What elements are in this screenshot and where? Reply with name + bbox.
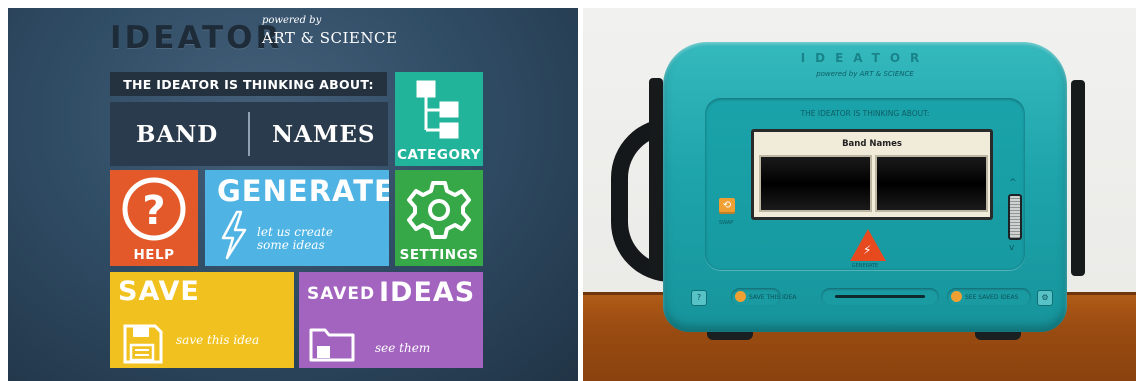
generate-tile[interactable]: GENERATE let us create some ideas	[205, 170, 389, 266]
settings-tile[interactable]: SETTINGS	[395, 170, 483, 266]
save-sub: save this idea	[176, 333, 260, 347]
thinking-label: THE IDEATOR IS THINKING ABOUT:	[123, 77, 374, 92]
generate-button-label: GENERATE	[851, 263, 879, 269]
help-tile[interactable]: ? HELP	[110, 170, 198, 266]
settings-button[interactable]: ⚙	[1037, 290, 1053, 306]
generate-sub-2: some ideas	[257, 238, 325, 252]
svg-text:?: ?	[142, 188, 165, 234]
company-name: ART & SCIENCE	[262, 29, 398, 47]
gear-icon	[407, 181, 471, 239]
swap-button[interactable]: ⟲	[719, 198, 735, 214]
skeuomorphic-ideator-screen: IDEATOR powered by ART & SCIENCE THE IDE…	[583, 8, 1136, 381]
question-icon: ?	[122, 177, 186, 241]
device-title: IDEATOR	[800, 51, 930, 65]
chevron-down-icon[interactable]: v	[1009, 243, 1014, 253]
saved-ideas-tile[interactable]: SAVED IDEAS see them	[299, 272, 483, 368]
generate-label: GENERATE	[217, 174, 389, 208]
category-label: CATEGORY	[397, 147, 481, 163]
see-saved-ideas-button[interactable]	[951, 291, 962, 302]
topic-word-1: BAND	[136, 121, 219, 148]
chevron-up-icon[interactable]: ^	[1009, 178, 1017, 188]
left-grip	[649, 78, 663, 278]
word-drum-right[interactable]	[875, 155, 988, 212]
device-screen-panel: THE IDEATOR IS THINKING ABOUT: Band Name…	[705, 98, 1025, 270]
folder-icon	[309, 328, 355, 362]
save-idea-button[interactable]	[735, 291, 746, 302]
swap-label: SWAP	[719, 220, 734, 226]
thinking-header: THE IDEATOR IS THINKING ABOUT:	[110, 72, 387, 96]
idea-slot-line	[835, 295, 925, 298]
settings-label: SETTINGS	[399, 247, 479, 263]
flat-ideator-screen: IDEATOR powered by ART & SCIENCE THE IDE…	[8, 8, 578, 381]
display-category-label: Band Names	[842, 139, 902, 149]
floppy-disk-icon	[123, 324, 163, 364]
lightning-icon: ⚡	[863, 243, 872, 257]
saved-label: SAVED	[307, 284, 376, 304]
save-label: SAVE	[118, 276, 200, 307]
help-button[interactable]: ?	[691, 290, 707, 306]
device-powered-by: powered by ART & SCIENCE	[816, 70, 914, 78]
word-drum-left[interactable]	[759, 155, 872, 212]
topic-display: BAND NAMES	[110, 102, 388, 166]
flowchart-icon	[416, 80, 459, 139]
category-display: Band Names	[751, 129, 993, 220]
save-tile[interactable]: SAVE save this idea	[110, 272, 294, 368]
topic-divider	[248, 112, 250, 156]
device-thinking-label: THE IDEATOR IS THINKING ABOUT:	[800, 109, 930, 118]
help-label: HELP	[133, 247, 175, 263]
saved-ideas-sub: see them	[375, 341, 431, 355]
topic-word-2: NAMES	[272, 121, 376, 148]
powered-by-text: powered by	[262, 15, 322, 26]
ideas-label: IDEAS	[379, 277, 476, 308]
brand-logo: IDEATOR	[110, 20, 283, 56]
scroll-lever[interactable]	[1008, 194, 1022, 240]
category-tile[interactable]: CATEGORY	[395, 72, 483, 166]
save-idea-label: SAVE THIS IDEA	[749, 294, 797, 301]
see-saved-ideas-label: SEE SAVED IDEAS	[965, 294, 1019, 301]
right-grip	[1071, 80, 1085, 276]
lightning-icon	[221, 210, 247, 260]
